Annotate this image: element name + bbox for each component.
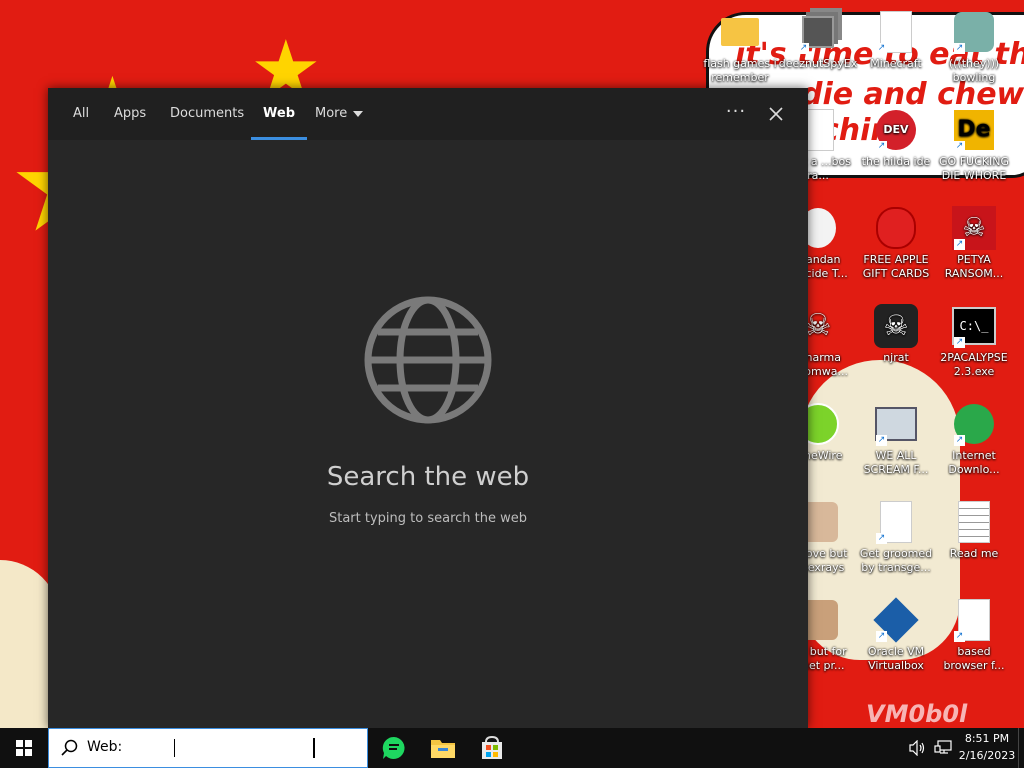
globe-icon [364,296,492,424]
computer-icon: ↗ [874,402,918,446]
file-icon: ↗ [952,598,996,642]
de-icon: De ↗ [952,108,996,152]
shortcut-arrow-icon: ↗ [876,435,887,446]
close-icon [769,107,783,121]
taskbar: Web: 8:51 PM 2/16/2023 [0,728,1024,768]
taskbar-app-file-explorer[interactable] [419,728,467,768]
search-input[interactable]: Web: [87,739,122,755]
tab-label: Documents [170,106,245,121]
virtualbox-icon: ↗ [873,597,919,643]
desktop-icon[interactable]: ☠ njrat [856,304,936,365]
clock-date[interactable]: 2/16/2023 [955,749,1019,762]
search-web-subtitle: Start typing to search the web [328,511,527,526]
taskbar-search-box[interactable]: Web: [48,728,368,768]
desktop-icon-label: Oracle VM Virtualbox [867,645,925,672]
desktop-icon-label: flash games i remember [703,57,777,84]
file-icon: ↗ [874,500,918,544]
desktop-icon-label: based browser f... [943,645,1005,672]
shortcut-arrow-icon: ↗ [954,435,965,446]
taskbar-app-chat[interactable] [370,728,418,768]
tab-web[interactable]: Web [251,88,307,140]
shortcut-arrow-icon: ↗ [876,631,887,642]
desktop-icon[interactable]: DEV ↗ the hilda ide [856,108,936,169]
wallpaper-text: VM0b0l [866,700,968,728]
desktop-icon[interactable]: ↗ Oracle VM Virtualbox [856,597,936,673]
windows-logo-icon [16,740,32,756]
shortcut-arrow-icon: ↗ [798,43,809,54]
desktop-icon-label: GO FUCKING DIE WHORE [939,155,1009,182]
shortcut-arrow-icon: ↗ [876,533,887,544]
tab-label: Web [263,106,295,121]
desktop-icon-label: WE ALL SCREAM F... [863,449,929,476]
desktop-icon[interactable]: ↗ Internet Downlo... [934,402,1014,477]
desktop-icon[interactable]: ☠ ↗ PETYA RANSOM... [934,206,1014,281]
tab-documents[interactable]: Documents [158,88,256,140]
idm-icon: ↗ [952,402,996,446]
desktop-icon[interactable]: flash games i remember [700,10,780,85]
shortcut-arrow-icon: ↗ [954,631,965,642]
close-button[interactable] [756,88,796,140]
desktop-icon[interactable]: ↗ Get groomed by transge... [856,500,936,575]
folder-icon [718,10,762,54]
shortcut-arrow-icon: ↗ [954,43,965,54]
clown-icon: ↗ [952,10,996,54]
desktop-icon-label: njrat [883,351,909,364]
shortcut-arrow-icon: ↗ [954,239,965,250]
desktop-icon[interactable]: FREE APPLE GIFT CARDS [856,206,936,281]
search-web-title: Search the web [326,462,530,492]
desktop-icon-label: the hilda ide [861,155,931,168]
skull-icon: ☠ ↗ [952,206,996,250]
app-stack-icon: ↗ [796,10,840,54]
tab-label: All [73,106,90,121]
start-button[interactable] [0,728,48,768]
desktop-icon-label: 2PACALYPSE 2.3.exe [940,351,1008,378]
desktop-icon-label: Get groomed by transge... [859,547,933,574]
shortcut-arrow-icon: ↗ [954,141,965,152]
desktop-icon[interactable]: ↗ deeznutSpyEx [778,10,858,71]
more-options-button[interactable]: ··· [716,88,756,140]
desktop-icon[interactable]: ↗ based browser f... [934,598,1014,673]
text-file-icon [952,500,996,544]
desktop-icon-label: deeznutSpyEx [778,57,858,70]
network-icon[interactable] [934,740,952,756]
chevron-down-icon [353,110,364,117]
clock-time[interactable]: 8:51 PM [960,732,1014,745]
text-caret [174,739,175,757]
store-icon [482,736,502,759]
search-icon [61,739,78,756]
desktop-icon-label: (((they))) bowling [948,57,1000,84]
file-explorer-icon [431,740,455,758]
tab-all[interactable]: All [61,88,101,140]
cmd-icon: C:\_ ↗ [952,304,996,348]
search-tabs-bar: All Apps Documents Web More ··· [48,88,808,140]
desktop-icon-label: Read me [949,547,999,560]
desktop-icon[interactable]: ↗ WE ALL SCREAM F... [856,402,936,477]
chat-icon [382,736,405,759]
tab-more[interactable]: More [303,88,375,140]
shortcut-arrow-icon: ↗ [876,43,887,54]
shortcut-arrow-icon: ↗ [954,337,965,348]
desktop-icon-label: FREE APPLE GIFT CARDS [862,253,930,280]
desktop-icon[interactable]: Read me [934,500,1014,561]
taskbar-app-store[interactable] [468,728,516,768]
desktop-icon[interactable]: De ↗ GO FUCKING DIE WHORE [934,108,1014,183]
show-desktop-button[interactable] [1018,728,1024,768]
skull-icon: ☠ [874,304,918,348]
apple-icon [874,206,918,250]
tab-apps[interactable]: Apps [102,88,158,140]
volume-icon[interactable] [908,740,926,756]
desktop-icon[interactable]: ↗ Minecraft [856,10,936,71]
tab-label: Apps [114,106,147,121]
desktop-icon[interactable]: C:\_ ↗ 2PACALYPSE 2.3.exe [934,304,1014,379]
desktop-icon-label: Minecraft [870,57,922,70]
desktop-icon[interactable]: ↗ (((they))) bowling [934,10,1014,85]
search-panel: All Apps Documents Web More ··· Search t… [48,88,808,728]
tab-label: More [315,106,348,121]
file-icon: ↗ [874,10,918,54]
devcpp-icon: DEV ↗ [874,108,918,152]
ibeam-cursor-icon [313,738,315,758]
desktop-icon-label: PETYA RANSOM... [944,253,1004,280]
shortcut-arrow-icon: ↗ [876,141,887,152]
desktop-icon-label: Internet Downlo... [948,449,1000,476]
